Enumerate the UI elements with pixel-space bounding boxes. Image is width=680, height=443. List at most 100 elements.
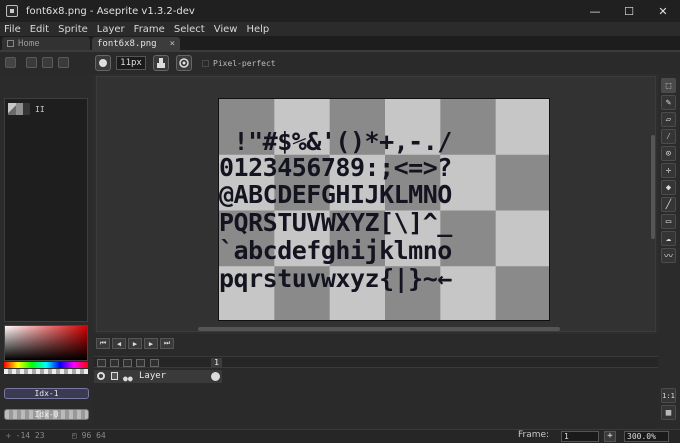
timeline-header: 1 (94, 356, 658, 368)
lock-header-icon[interactable] (110, 359, 119, 367)
blur-icon[interactable]: ☁ (661, 231, 676, 246)
layer-row[interactable]: ●● Layer (94, 370, 222, 383)
last-frame-icon[interactable]: ⏭ (160, 338, 174, 349)
zoom-icon[interactable]: ⊙ (661, 146, 676, 161)
glyph-row: pqrstuvwxyz{|}~← (219, 264, 452, 293)
line-icon[interactable]: ╱ (661, 197, 676, 212)
palette-swatch[interactable] (16, 103, 23, 115)
save-palette-icon[interactable] (42, 57, 53, 68)
timeline-panel: ⏮ ◀ ▶ ▶ ⏭ 1 ●● Layer (94, 334, 658, 429)
palette-label: II (35, 104, 45, 114)
menu-bar: File Edit Sprite Layer Frame Select View… (0, 22, 680, 36)
move-icon[interactable]: ✛ (661, 163, 676, 178)
menu-frame[interactable]: Frame (134, 24, 165, 35)
brush-circle-icon (99, 59, 107, 67)
new-frame-button[interactable]: + (604, 431, 616, 442)
tab-home[interactable]: Home (2, 37, 90, 50)
playback-controls: ⏮ ◀ ▶ ▶ ⏭ (96, 338, 176, 349)
pencil-icon[interactable]: ✎ (661, 95, 676, 110)
contour-icon[interactable]: 〰 (661, 248, 676, 263)
rectangular-marquee-icon[interactable]: ⬚ (661, 78, 676, 93)
continuous-header-icon[interactable] (123, 359, 132, 367)
frame-header[interactable]: 1 (211, 358, 222, 368)
title-bar: font6x8.png - Aseprite v1.3.2-dev — ☐ ✕ (0, 0, 680, 22)
zoom-one-to-one-button[interactable]: 1:1 (661, 388, 676, 403)
down-arrow-icon[interactable] (26, 57, 37, 68)
first-frame-icon[interactable]: ⏮ (96, 338, 110, 349)
aseprite-icon (6, 5, 18, 17)
horizontal-scrollbar[interactable] (98, 327, 656, 331)
ink-icon (157, 58, 165, 68)
status-bar: ✛ -14 23 ◰ 96 64 Frame: 1 + 300.0% (0, 429, 680, 443)
glyph-row: !"#$%&'()*+,-./ (219, 127, 453, 156)
menu-sprite[interactable]: Sprite (58, 24, 88, 35)
lock-icon[interactable] (111, 372, 118, 380)
layer-name[interactable]: Layer (139, 371, 166, 381)
menu-file[interactable]: File (4, 24, 21, 35)
menu-help[interactable]: Help (246, 24, 269, 35)
zoom-input[interactable]: 300.0% (624, 431, 669, 442)
brush-type-button[interactable] (95, 55, 111, 71)
glyph-row: `abcdefghijklmno (219, 236, 452, 265)
tool-bar: ⬚ ✎ ▱ ⁄ ⊙ ✛ ◆ ╱ ▭ ☁ 〰 1:1 ▦ (658, 74, 680, 429)
context-bar: 11px Pixel-perfect (0, 52, 680, 74)
glyph-row: 0123456789:;<=>? (219, 153, 452, 182)
sprite-editor[interactable]: !"#$%&'()*+,-./ 0123456789:;<=>? @ABCDEF… (94, 74, 658, 334)
background-color-button[interactable]: Idx-0 (4, 409, 89, 420)
new-layer-icon[interactable] (150, 359, 159, 367)
palette-swatch[interactable] (23, 103, 30, 115)
grid-icon[interactable]: ▦ (661, 405, 676, 420)
opacity-icon (179, 58, 189, 68)
eye-icon[interactable] (97, 372, 105, 380)
menu-layer[interactable]: Layer (97, 24, 125, 35)
pixel-perfect-checkbox[interactable] (202, 60, 209, 67)
close-button[interactable]: ✕ (646, 0, 680, 22)
left-panel: II Idx-1 Idx-0 (0, 74, 94, 429)
tab-close-icon[interactable]: × (170, 39, 175, 49)
minimize-button[interactable]: — (578, 0, 612, 22)
horizontal-scroll-thumb[interactable] (198, 327, 560, 331)
pixel-perfect-label: Pixel-perfect (213, 59, 276, 68)
window-title: font6x8.png - Aseprite v1.3.2-dev (26, 5, 195, 17)
window-controls: — ☐ ✕ (578, 0, 680, 22)
alpha-slider[interactable] (4, 369, 88, 374)
next-frame-icon[interactable]: ▶ (144, 338, 158, 349)
ink-type-button[interactable] (153, 55, 169, 71)
eyedropper-icon[interactable]: ⁄ (661, 129, 676, 144)
tab-file-label: font6x8.png (97, 38, 157, 49)
play-icon[interactable]: ▶ (128, 338, 142, 349)
foreground-color-button[interactable]: Idx-1 (4, 388, 89, 399)
tab-font6x8[interactable]: font6x8.png × (92, 37, 180, 50)
maximize-button[interactable]: ☐ (612, 0, 646, 22)
visibility-header-icon[interactable] (97, 359, 106, 367)
color-spectrum[interactable] (4, 325, 88, 361)
paint-bucket-icon[interactable]: ◆ (661, 180, 676, 195)
brush-size-input[interactable]: 11px (116, 56, 146, 70)
palette-swatch[interactable] (8, 103, 16, 115)
hue-slider[interactable] (4, 362, 88, 368)
palette-menu-icon[interactable] (58, 57, 69, 68)
home-icon (7, 40, 14, 47)
palette-view[interactable]: II (4, 98, 88, 322)
lock-icon[interactable] (5, 57, 16, 68)
tab-bar: Home font6x8.png × (0, 36, 680, 50)
rectangle-icon[interactable]: ▭ (661, 214, 676, 229)
previous-frame-icon[interactable]: ◀ (112, 338, 126, 349)
menu-edit[interactable]: Edit (30, 24, 49, 35)
menu-select[interactable]: Select (174, 24, 205, 35)
eraser-icon[interactable]: ▱ (661, 112, 676, 127)
layers-header-icon[interactable] (136, 359, 145, 367)
glyph-row: PQRSTUVWXYZ[\]^_ (219, 208, 452, 237)
frame-label: Frame: (518, 430, 550, 440)
palette-swatches: II (8, 103, 45, 115)
tab-home-label: Home (18, 38, 40, 49)
cel-icon[interactable] (211, 372, 220, 381)
sprite-canvas[interactable]: !"#$%&'()*+,-./ 0123456789:;<=>? @ABCDEF… (218, 98, 550, 321)
opacity-button[interactable] (176, 55, 192, 71)
vertical-scroll-thumb[interactable] (651, 135, 655, 239)
frame-input[interactable]: 1 (561, 431, 599, 442)
menu-view[interactable]: View (214, 24, 238, 35)
continuous-icon[interactable]: ●● (123, 374, 133, 383)
editor-viewport[interactable]: !"#$%&'()*+,-./ 0123456789:;<=>? @ABCDEF… (96, 76, 656, 332)
selection-size: ◰ 96 64 (72, 431, 106, 440)
